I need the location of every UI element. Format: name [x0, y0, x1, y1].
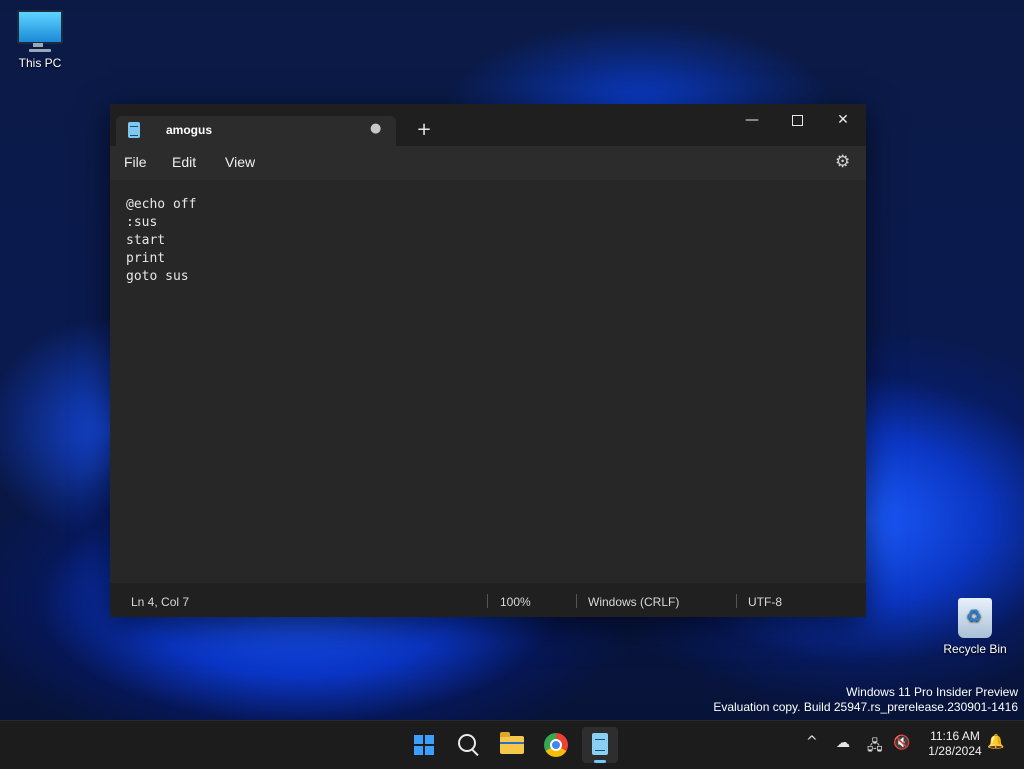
monitor-icon [17, 10, 63, 47]
status-bar: Ln 4, Col 7 100% Windows (CRLF) UTF-8 [110, 583, 866, 617]
editor-content[interactable]: @echo off :sus start print goto sus [126, 196, 196, 286]
notification-bell-icon[interactable]: 🔔 [987, 734, 1004, 750]
clock-date: 1/28/2024 [928, 744, 982, 758]
close-button[interactable]: ✕ [820, 106, 866, 134]
desktop-icon-recycle-bin[interactable]: Recycle Bin [935, 598, 1015, 656]
unsaved-dot-icon[interactable]: ● [370, 121, 381, 136]
minimize-button[interactable]: — [729, 106, 775, 134]
menu-file[interactable]: File [124, 154, 147, 170]
status-divider [487, 594, 488, 608]
maximize-icon [791, 114, 803, 126]
desktop-icon-this-pc[interactable]: This PC [0, 10, 80, 70]
tab-amogus[interactable]: amogus ● [116, 116, 396, 146]
status-divider [736, 594, 737, 608]
cursor-position: Ln 4, Col 7 [131, 595, 190, 609]
search-button[interactable] [450, 727, 486, 763]
encoding[interactable]: UTF-8 [748, 595, 782, 609]
tab-title: amogus [166, 123, 213, 137]
folder-icon [500, 732, 524, 754]
maximize-button[interactable] [774, 106, 820, 134]
zoom-level[interactable]: 100% [500, 595, 531, 609]
watermark-line-2: Evaluation copy. Build 25947.rs_prerelea… [713, 700, 1018, 714]
volume-muted-icon[interactable]: 🔇 [893, 735, 910, 751]
notepad-icon [128, 122, 140, 138]
active-indicator [594, 760, 606, 763]
recycle-bin-icon [958, 598, 992, 638]
settings-gear-icon[interactable]: ⚙ [835, 152, 850, 172]
notepad-window: amogus ● + — ✕ File Edit View ⚙ @echo of… [110, 104, 866, 617]
clock[interactable]: 11:16 AM 1/28/2024 [920, 729, 990, 759]
desktop-icon-label: Recycle Bin [943, 642, 1007, 656]
search-icon [458, 734, 476, 752]
clock-time: 11:16 AM [930, 729, 980, 743]
title-bar[interactable]: amogus ● + — ✕ [110, 104, 866, 146]
watermark-line-1: Windows 11 Pro Insider Preview [846, 685, 1018, 699]
chrome-icon [544, 733, 568, 757]
menu-bar: File Edit View ⚙ [110, 146, 866, 180]
notepad-icon [592, 733, 608, 755]
desktop-icon-label: This PC [18, 56, 62, 70]
show-hidden-icons-chevron-icon[interactable]: ^ [806, 734, 818, 750]
file-explorer-button[interactable] [494, 727, 530, 763]
menu-edit[interactable]: Edit [172, 154, 196, 170]
network-icon[interactable]: 🖧 [867, 735, 883, 759]
cloud-offline-icon[interactable]: ☁ [836, 735, 850, 751]
new-tab-button[interactable]: + [412, 118, 436, 142]
line-ending[interactable]: Windows (CRLF) [588, 595, 679, 609]
menu-view[interactable]: View [225, 154, 255, 170]
monitor-stand [29, 49, 51, 52]
taskbar: ^ ☁ 🖧 🔇 11:16 AM 1/28/2024 🔔 [0, 720, 1024, 769]
text-editor[interactable]: @echo off :sus start print goto sus [110, 180, 866, 583]
evaluation-watermark: Windows 11 Pro Insider Preview Evaluatio… [713, 685, 1018, 715]
windows-logo-icon [414, 735, 434, 755]
notepad-taskbar-button[interactable] [582, 727, 618, 763]
chrome-button[interactable] [538, 727, 574, 763]
start-button[interactable] [406, 727, 442, 763]
status-divider [576, 594, 577, 608]
